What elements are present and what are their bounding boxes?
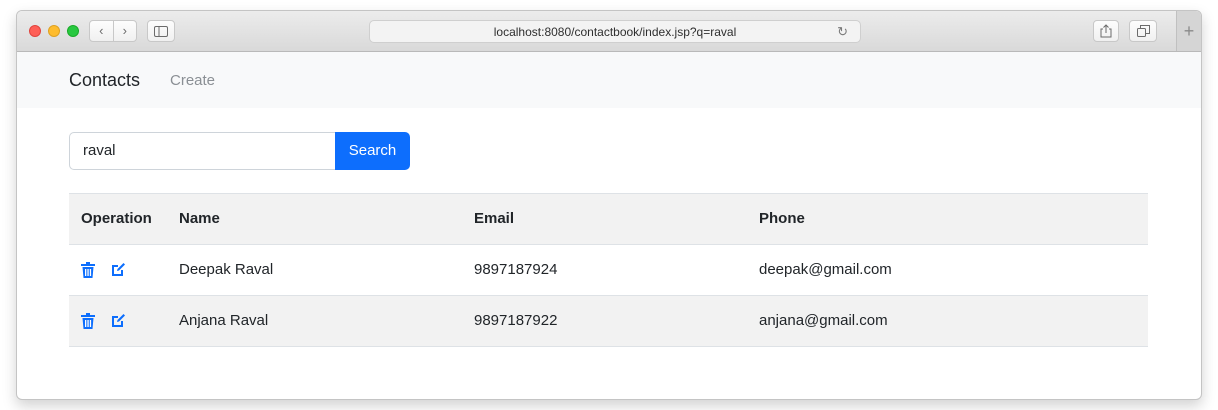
cell-email: 9897187922 <box>474 312 558 329</box>
sidebar-icon <box>154 25 168 37</box>
header-phone: Phone <box>759 210 805 227</box>
cell-email: 9897187924 <box>474 261 558 278</box>
table-row: Deepak Raval 9897187924 deepak@gmail.com <box>69 245 1148 296</box>
trash-icon[interactable] <box>81 313 97 329</box>
reload-icon[interactable]: ↻ <box>837 24 848 40</box>
row-operations <box>81 313 126 329</box>
close-window-button[interactable] <box>29 25 41 37</box>
header-email: Email <box>474 210 515 227</box>
cell-name: Deepak Raval <box>179 261 274 278</box>
address-url: localhost:8080/contactbook/index.jsp?q=r… <box>493 24 737 39</box>
page-navbar: Contacts Create <box>17 52 1201 108</box>
table-row: Anjana Raval 9897187922 anjana@gmail.com <box>69 296 1148 347</box>
cell-phone: anjana@gmail.com <box>759 312 888 329</box>
trash-icon[interactable] <box>81 262 97 278</box>
browser-window: ‹ › localhost:8080/contactbook/index.jsp… <box>16 10 1202 400</box>
edit-icon[interactable] <box>110 262 126 278</box>
header-operation: Operation <box>81 210 152 227</box>
back-icon[interactable]: ‹ <box>90 21 113 41</box>
new-tab-button[interactable]: + <box>1176 11 1201 51</box>
row-operations <box>81 262 126 278</box>
browser-titlebar: ‹ › localhost:8080/contactbook/index.jsp… <box>17 11 1201 52</box>
share-icon <box>1100 24 1112 38</box>
zoom-window-button[interactable] <box>67 25 79 37</box>
search-input[interactable]: raval <box>69 132 335 170</box>
back-forward-group: ‹ › <box>89 20 137 42</box>
edit-icon[interactable] <box>110 313 126 329</box>
contacts-table: Operation Name Email Phone Deepak Raval … <box>69 193 1148 347</box>
navbar-brand[interactable]: Contacts <box>69 70 140 91</box>
share-button[interactable] <box>1093 20 1119 42</box>
tab-overview-button[interactable] <box>1129 20 1157 42</box>
cell-phone: deepak@gmail.com <box>759 261 892 278</box>
table-header-row: Operation Name Email Phone <box>69 193 1148 245</box>
cell-name: Anjana Raval <box>179 312 269 329</box>
nav-link-create[interactable]: Create <box>170 72 215 89</box>
address-bar[interactable]: localhost:8080/contactbook/index.jsp?q=r… <box>369 20 861 43</box>
minimize-window-button[interactable] <box>48 25 60 37</box>
header-name: Name <box>179 210 220 227</box>
tab-overview-icon <box>1136 25 1150 37</box>
forward-icon[interactable]: › <box>112 21 137 41</box>
sidebar-toggle-button[interactable] <box>147 20 175 42</box>
search-button[interactable]: Search <box>335 132 410 170</box>
